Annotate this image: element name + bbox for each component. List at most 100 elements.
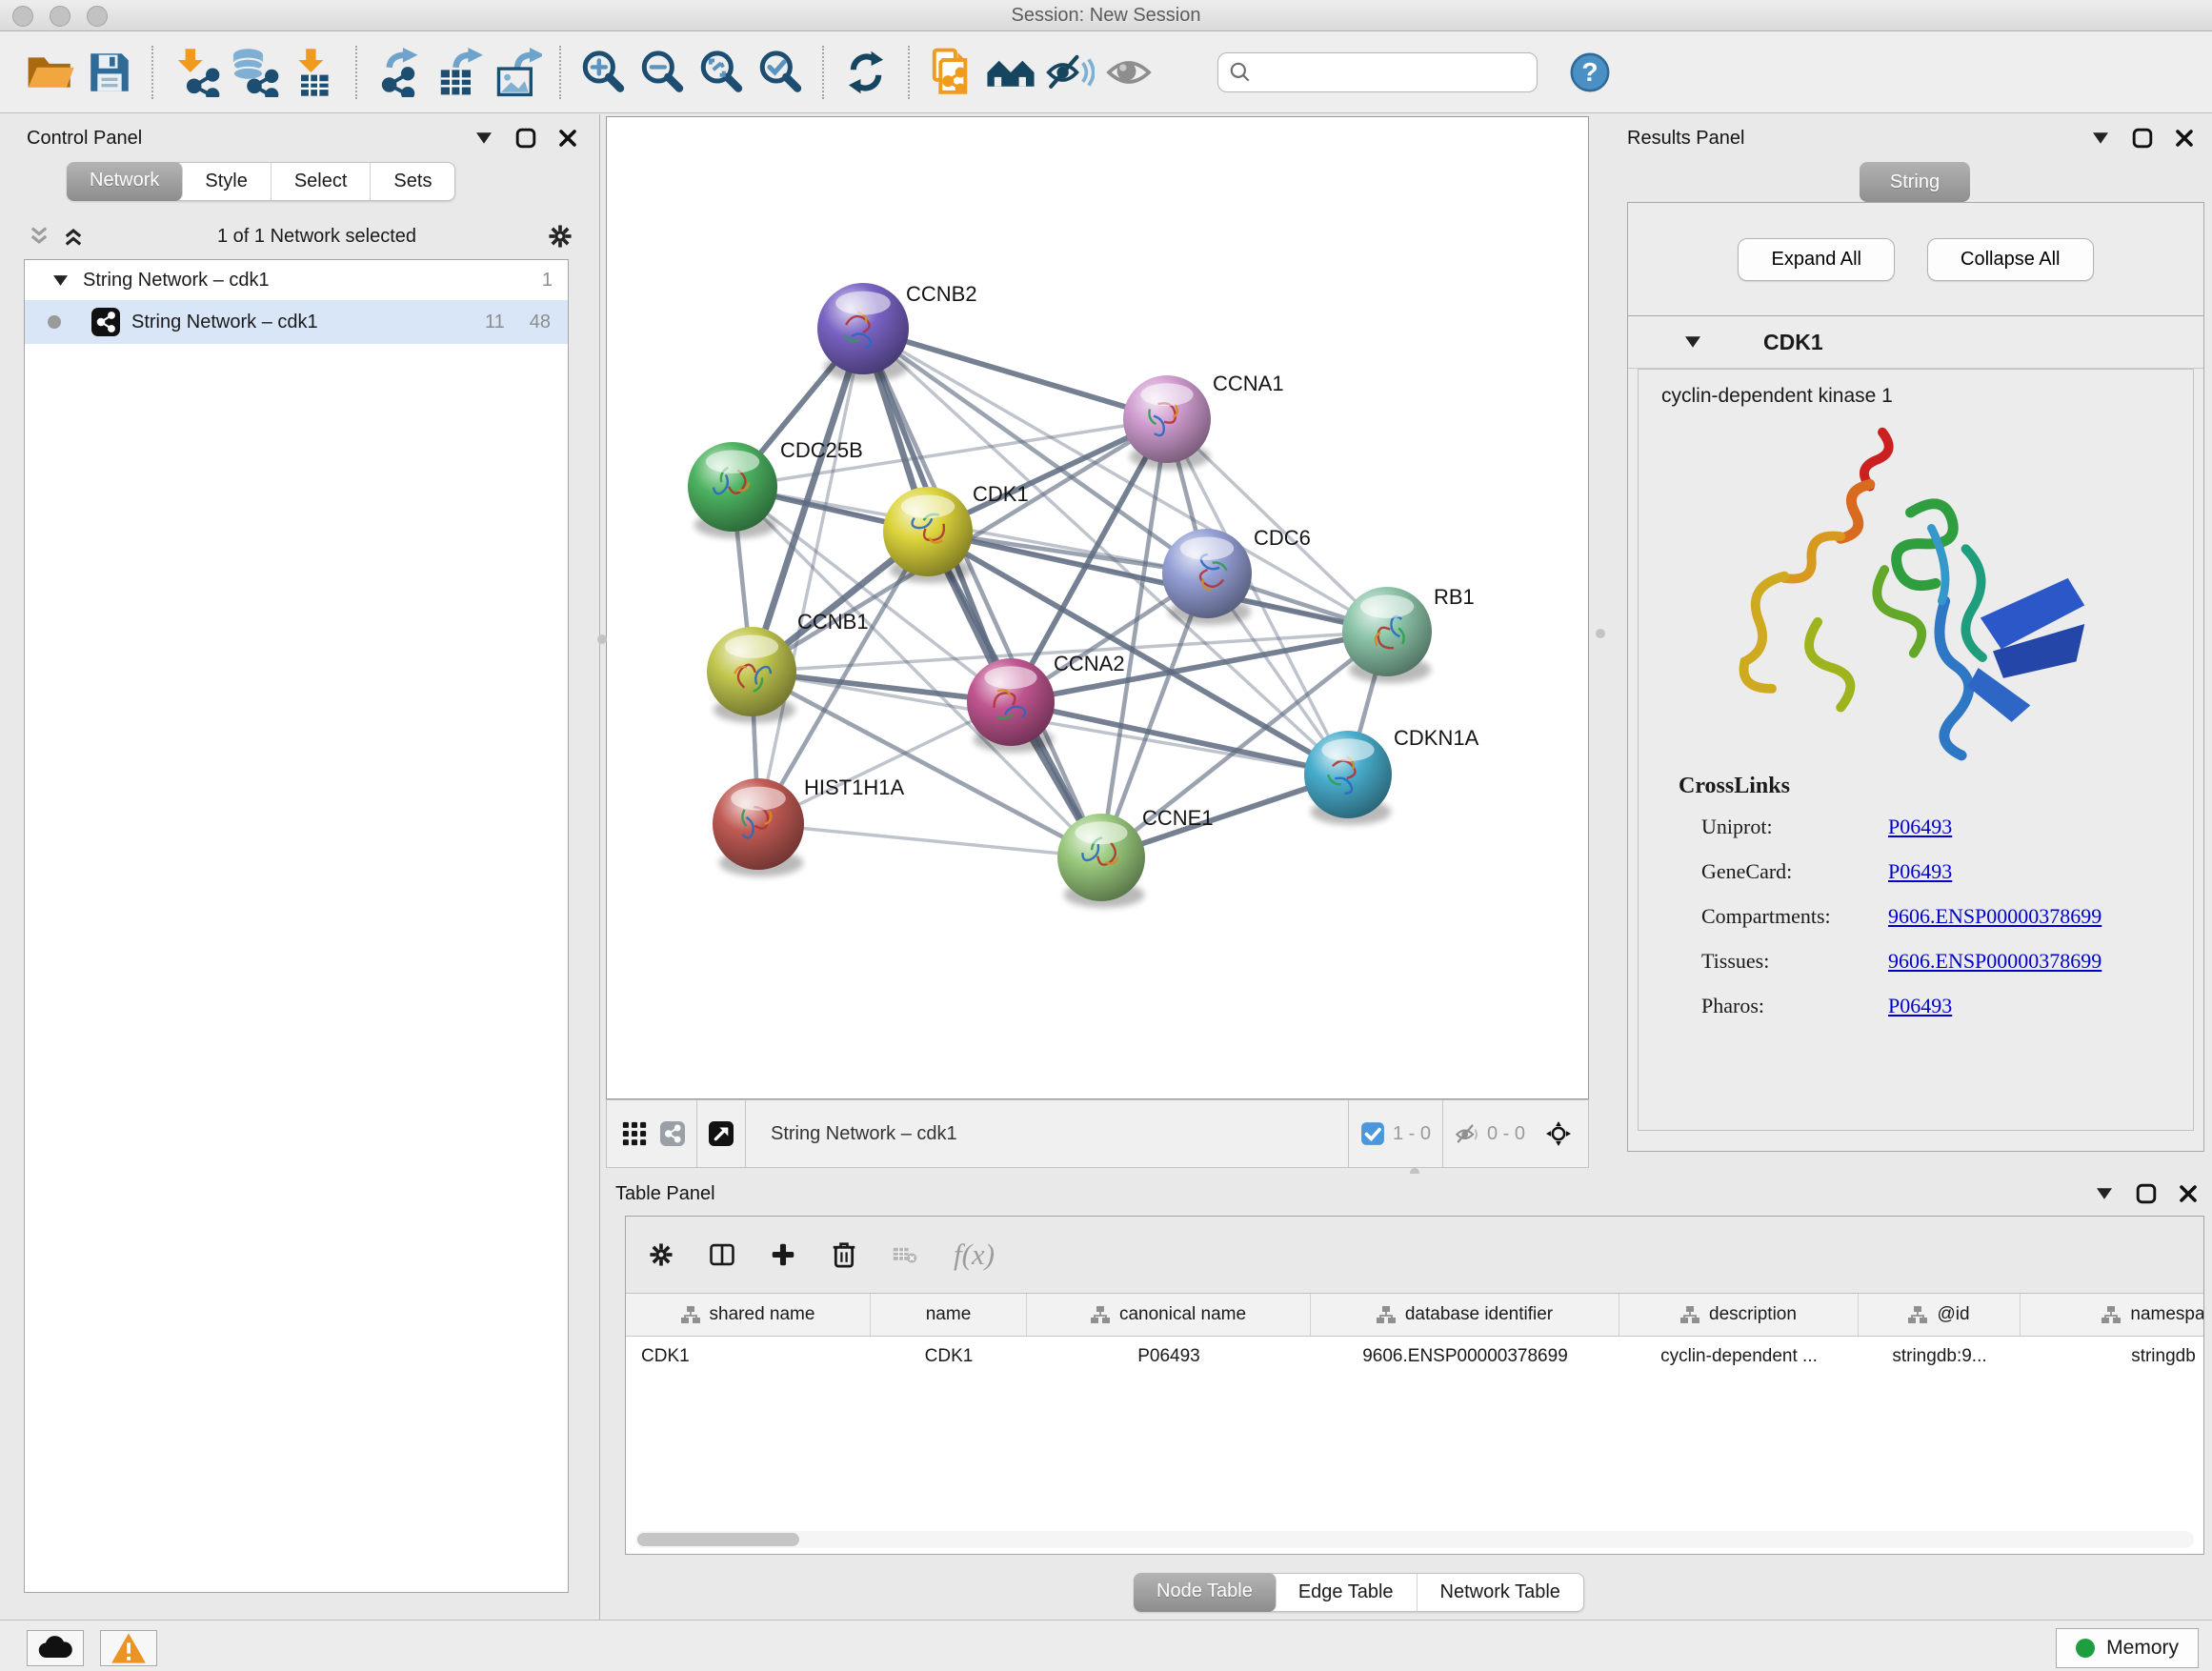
network-collection-row[interactable]: String Network – cdk1 1 bbox=[25, 260, 568, 300]
zoom-selected-button[interactable] bbox=[754, 46, 806, 99]
string-import-button[interactable] bbox=[926, 46, 977, 99]
table-cell[interactable]: CDK1 bbox=[871, 1337, 1027, 1377]
network-view-share-button[interactable] bbox=[660, 1121, 685, 1146]
collapse-caret-icon[interactable] bbox=[53, 275, 68, 286]
close-panel-button[interactable] bbox=[2176, 1181, 2201, 1206]
close-panel-button[interactable] bbox=[555, 126, 580, 151]
column-header-shared-name[interactable]: shared name bbox=[626, 1294, 871, 1336]
expand-all-button[interactable]: Expand All bbox=[1738, 238, 1895, 281]
open-session-button[interactable] bbox=[25, 46, 76, 99]
cloud-status-button[interactable] bbox=[27, 1630, 84, 1666]
network-node-CDKN1A[interactable] bbox=[1304, 731, 1392, 825]
zoom-out-button[interactable] bbox=[636, 46, 688, 99]
table-horizontal-scrollbar[interactable] bbox=[635, 1531, 2194, 1548]
export-table-icon bbox=[433, 48, 483, 97]
show-graphics-details-button[interactable] bbox=[1103, 46, 1155, 99]
table-tab-node-table[interactable]: Node Table bbox=[1134, 1573, 1277, 1612]
table-cell[interactable]: cyclin-dependent ... bbox=[1619, 1337, 1859, 1377]
zoom-in-button[interactable] bbox=[577, 46, 629, 99]
help-button[interactable]: ? bbox=[1564, 46, 1616, 99]
collapse-caret-icon[interactable] bbox=[1685, 336, 1700, 348]
float-panel-button[interactable] bbox=[2130, 126, 2155, 151]
float-panel-button[interactable] bbox=[513, 126, 538, 151]
network-node-CCNA2[interactable] bbox=[967, 658, 1055, 753]
vertical-splitter-handle[interactable] bbox=[1596, 629, 1605, 638]
table-tab-network-table[interactable]: Network Table bbox=[1418, 1574, 1583, 1611]
network-node-CCNB2[interactable] bbox=[817, 283, 909, 381]
network-node-CDC25B[interactable] bbox=[688, 442, 777, 538]
export-table-button[interactable] bbox=[432, 46, 484, 99]
delete-column-button[interactable] bbox=[832, 1242, 856, 1267]
grid-view-button[interactable] bbox=[622, 1121, 647, 1146]
results-tab-string[interactable]: String bbox=[1860, 162, 1970, 202]
panel-menu-button[interactable] bbox=[2092, 1181, 2117, 1206]
table-cell[interactable]: stringdb:9... bbox=[1859, 1337, 2021, 1377]
collapse-all-networks-icon[interactable] bbox=[27, 224, 51, 249]
table-row[interactable]: CDK1CDK1P064939606.ENSP00000378699cyclin… bbox=[626, 1337, 2203, 1377]
enhance-labels-button[interactable] bbox=[1044, 46, 1096, 99]
close-panel-button[interactable] bbox=[2172, 126, 2197, 151]
show-column-button[interactable] bbox=[710, 1242, 734, 1267]
search-input[interactable] bbox=[1253, 61, 1537, 84]
export-network-button[interactable] bbox=[373, 46, 425, 99]
protein-section-header[interactable]: CDK1 bbox=[1628, 316, 2203, 369]
network-node-CDK1[interactable] bbox=[883, 487, 973, 583]
vertical-splitter-handle[interactable] bbox=[597, 634, 607, 644]
string-home-button[interactable] bbox=[985, 46, 1036, 99]
panel-menu-button[interactable] bbox=[2088, 126, 2113, 151]
expand-all-networks-icon[interactable] bbox=[61, 224, 86, 249]
import-network-file-button[interactable] bbox=[170, 46, 221, 99]
network-row-selected[interactable]: String Network – cdk1 11 48 bbox=[25, 300, 568, 344]
main-toolbar: ? bbox=[0, 31, 2212, 113]
crosslink-link[interactable]: 9606.ENSP00000378699 bbox=[1888, 904, 2193, 929]
crosslink-link[interactable]: 9606.ENSP00000378699 bbox=[1888, 949, 2193, 974]
network-edge[interactable] bbox=[863, 329, 1387, 632]
column-header-namespace[interactable]: namespace bbox=[2021, 1294, 2203, 1336]
save-session-button[interactable] bbox=[84, 46, 135, 99]
memory-button[interactable]: Memory bbox=[2056, 1628, 2199, 1668]
column-header-canonical-name[interactable]: canonical name bbox=[1027, 1294, 1311, 1336]
crosslink-link[interactable]: P06493 bbox=[1888, 815, 2193, 839]
float-panel-button[interactable] bbox=[2134, 1181, 2159, 1206]
table-cell[interactable]: stringdb bbox=[2021, 1337, 2203, 1377]
apply-layout-button[interactable] bbox=[840, 46, 892, 99]
network-node-CCNE1[interactable] bbox=[1057, 814, 1145, 908]
create-column-button[interactable] bbox=[771, 1242, 795, 1267]
export-image-button[interactable] bbox=[492, 46, 543, 99]
birds-eye-view-button[interactable] bbox=[709, 1121, 734, 1146]
collapse-all-button[interactable]: Collapse All bbox=[1927, 238, 2094, 281]
column-header-database-identifier[interactable]: database identifier bbox=[1311, 1294, 1619, 1336]
column-header-description[interactable]: description bbox=[1619, 1294, 1859, 1336]
network-edge[interactable] bbox=[863, 329, 1167, 419]
table-tab-edge-table[interactable]: Edge Table bbox=[1276, 1574, 1418, 1611]
warnings-button[interactable] bbox=[100, 1630, 157, 1666]
tab-network[interactable]: Network bbox=[67, 162, 183, 201]
network-node-CCNA1[interactable] bbox=[1123, 375, 1211, 470]
panel-menu-button[interactable] bbox=[472, 126, 496, 151]
network-node-CCNB1[interactable] bbox=[707, 627, 796, 723]
tab-select[interactable]: Select bbox=[271, 163, 372, 200]
tab-sets[interactable]: Sets bbox=[371, 163, 454, 200]
column-header-@id[interactable]: @id bbox=[1859, 1294, 2021, 1336]
table-cell[interactable]: P06493 bbox=[1027, 1337, 1311, 1377]
scrollbar-thumb[interactable] bbox=[637, 1533, 799, 1546]
network-canvas[interactable]: CCNB2CCNA1CDC25BCDK1CDC6RB1CCNB1CCNA2CDK… bbox=[606, 116, 1589, 1099]
crosslink-link[interactable]: P06493 bbox=[1888, 994, 2193, 1018]
network-options-gear-icon[interactable] bbox=[548, 224, 573, 249]
column-header-name[interactable]: name bbox=[871, 1294, 1027, 1336]
zoom-fit-button[interactable] bbox=[695, 46, 747, 99]
column-tree-icon bbox=[1680, 1306, 1699, 1323]
tab-style[interactable]: Style bbox=[182, 163, 271, 200]
table-options-gear-button[interactable] bbox=[649, 1242, 674, 1267]
fit-selected-crosshair-button[interactable] bbox=[1546, 1121, 1571, 1146]
network-node-HIST1H1A[interactable] bbox=[713, 778, 804, 876]
import-network-database-button[interactable] bbox=[229, 46, 280, 99]
table-cell[interactable]: CDK1 bbox=[626, 1337, 871, 1377]
network-edge[interactable] bbox=[928, 532, 1387, 632]
network-node-CDC6[interactable] bbox=[1162, 529, 1252, 625]
network-node-RB1[interactable] bbox=[1342, 587, 1432, 683]
crosslink-link[interactable]: P06493 bbox=[1888, 859, 2193, 884]
table-cell[interactable]: 9606.ENSP00000378699 bbox=[1311, 1337, 1619, 1377]
import-table-file-button[interactable] bbox=[288, 46, 339, 99]
node-label-CCNB1: CCNB1 bbox=[797, 610, 869, 634]
